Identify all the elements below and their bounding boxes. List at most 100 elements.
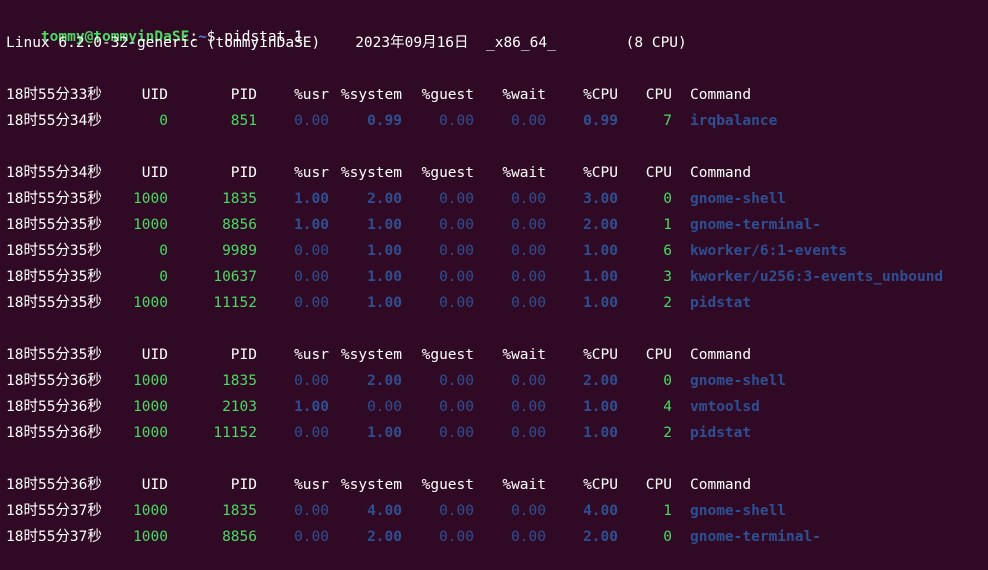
table-row: 18时55分35秒 0 10637 0.00 1.00 0.00 0.00 1.00 3 kwor… — [0, 267, 988, 287]
prompt-line: tommy@tommyinDaSE:~$ pidstat 1 — [6, 7, 303, 45]
cell-cpu-pct: 3.00 — [583, 191, 618, 207]
cell-pid: 1835 — [222, 503, 257, 519]
cell-wait: 0.00 — [511, 503, 546, 519]
cell-guest: 0.00 — [439, 269, 474, 285]
row-time: 18时55分35秒 — [6, 295, 102, 311]
cell-usr: 1.00 — [294, 191, 329, 207]
cell-pid: 851 — [230, 113, 257, 129]
column-header: %usr — [294, 477, 329, 493]
column-header: %usr — [294, 165, 329, 181]
cell-wait: 0.00 — [511, 191, 546, 207]
column-header: %guest — [421, 477, 474, 493]
cell-guest: 0.00 — [439, 243, 474, 259]
row-time: 18时55分34秒 — [6, 113, 102, 129]
header-time: 18时55分33秒 — [6, 87, 102, 103]
cell-wait: 0.00 — [511, 295, 546, 311]
cell-pid: 9989 — [222, 243, 257, 259]
cell-usr: 0.00 — [294, 529, 329, 545]
cell-usr: 0.00 — [294, 243, 329, 259]
cell-usr: 0.00 — [294, 269, 329, 285]
table-row: 18时55分36秒 1000 1835 0.00 2.00 0.00 0.00 2.00 0 gn… — [0, 371, 988, 391]
cell-pid: 1835 — [222, 373, 257, 389]
cell-system: 4.00 — [367, 503, 402, 519]
table-header-row: 18时55分33秒 UID PID %usr %system %guest %wait %CP… — [0, 85, 988, 105]
cell-uid: 0 — [159, 269, 168, 285]
cell-guest: 0.00 — [439, 217, 474, 233]
column-header: %wait — [502, 477, 546, 493]
cell-cpu: 1 — [663, 503, 672, 519]
cell-cpu-pct: 0.99 — [583, 113, 618, 129]
cell-usr: 0.00 — [294, 425, 329, 441]
cell-pid: 1835 — [222, 191, 257, 207]
cell-command: irqbalance — [690, 113, 778, 129]
header-time: 18时55分36秒 — [6, 477, 102, 493]
cell-pid: 11152 — [213, 295, 257, 311]
cell-system: 1.00 — [367, 425, 402, 441]
cell-guest: 0.00 — [439, 295, 474, 311]
column-header: PID — [230, 347, 257, 363]
column-header: %CPU — [583, 347, 618, 363]
row-time: 18时55分37秒 — [6, 529, 102, 545]
terminal-window[interactable]: tommy@tommyinDaSE:~$ pidstat 1 Linux 6.2… — [0, 0, 988, 570]
table-row: 18时55分36秒 1000 11152 0.00 1.00 0.00 0.00 1.00 2 p… — [0, 423, 988, 443]
cell-guest: 0.00 — [439, 113, 474, 129]
column-header: %CPU — [583, 477, 618, 493]
column-header: Command — [690, 165, 752, 181]
cell-cpu: 1 — [663, 217, 672, 233]
cell-wait: 0.00 — [511, 399, 546, 415]
cell-cpu-pct: 1.00 — [583, 243, 618, 259]
cell-cpu: 3 — [663, 269, 672, 285]
cell-system: 1.00 — [367, 295, 402, 311]
cell-command: kworker/6:1-events — [690, 243, 848, 259]
column-header: %system — [340, 87, 402, 103]
cell-cpu: 4 — [663, 399, 672, 415]
table-header-row: 18时55分36秒 UID PID %usr %system %guest %wait %CP… — [0, 475, 988, 495]
cell-pid: 8856 — [222, 529, 257, 545]
column-header: CPU — [645, 477, 672, 493]
row-time: 18时55分35秒 — [6, 191, 102, 207]
row-time: 18时55分36秒 — [6, 373, 102, 389]
cell-usr: 0.00 — [294, 113, 329, 129]
cell-command: kworker/u256:3-events_unbound — [690, 269, 944, 285]
column-header: UID — [141, 165, 168, 181]
cell-wait: 0.00 — [511, 373, 546, 389]
column-header: UID — [141, 347, 168, 363]
cell-uid: 0 — [159, 113, 168, 129]
cell-uid: 1000 — [133, 529, 168, 545]
cell-uid: 1000 — [133, 399, 168, 415]
column-header: CPU — [645, 165, 672, 181]
cell-uid: 0 — [159, 243, 168, 259]
row-time: 18时55分35秒 — [6, 217, 102, 233]
cell-command: pidstat — [690, 295, 752, 311]
table-row: 18时55分36秒 1000 2103 1.00 0.00 0.00 0.00 1.00 4 vm… — [0, 397, 988, 417]
column-header: Command — [690, 87, 752, 103]
cell-cpu-pct: 1.00 — [583, 425, 618, 441]
column-header: %CPU — [583, 165, 618, 181]
cell-system: 2.00 — [367, 373, 402, 389]
cell-command: gnome-shell — [690, 503, 787, 519]
cell-usr: 1.00 — [294, 399, 329, 415]
cell-command: gnome-shell — [690, 373, 787, 389]
column-header: %system — [340, 347, 402, 363]
cell-system: 1.00 — [367, 217, 402, 233]
cell-cpu-pct: 4.00 — [583, 503, 618, 519]
cell-uid: 1000 — [133, 503, 168, 519]
header-time: 18时55分34秒 — [6, 165, 102, 181]
cell-guest: 0.00 — [439, 399, 474, 415]
cell-wait: 0.00 — [511, 113, 546, 129]
column-header: %CPU — [583, 87, 618, 103]
column-header: Command — [690, 477, 752, 493]
table-row: 18时55分34秒 0 851 0.00 0.99 0.00 0.00 0.99 7 irqbal… — [0, 111, 988, 131]
cell-wait: 0.00 — [511, 269, 546, 285]
column-header: CPU — [645, 87, 672, 103]
cell-guest: 0.00 — [439, 529, 474, 545]
column-header: %guest — [421, 347, 474, 363]
column-header: PID — [230, 165, 257, 181]
cell-wait: 0.00 — [511, 243, 546, 259]
column-header: %wait — [502, 165, 546, 181]
cell-cpu: 0 — [663, 373, 672, 389]
row-time: 18时55分37秒 — [6, 503, 102, 519]
column-header: %usr — [294, 347, 329, 363]
cell-uid: 1000 — [133, 217, 168, 233]
cell-uid: 1000 — [133, 295, 168, 311]
